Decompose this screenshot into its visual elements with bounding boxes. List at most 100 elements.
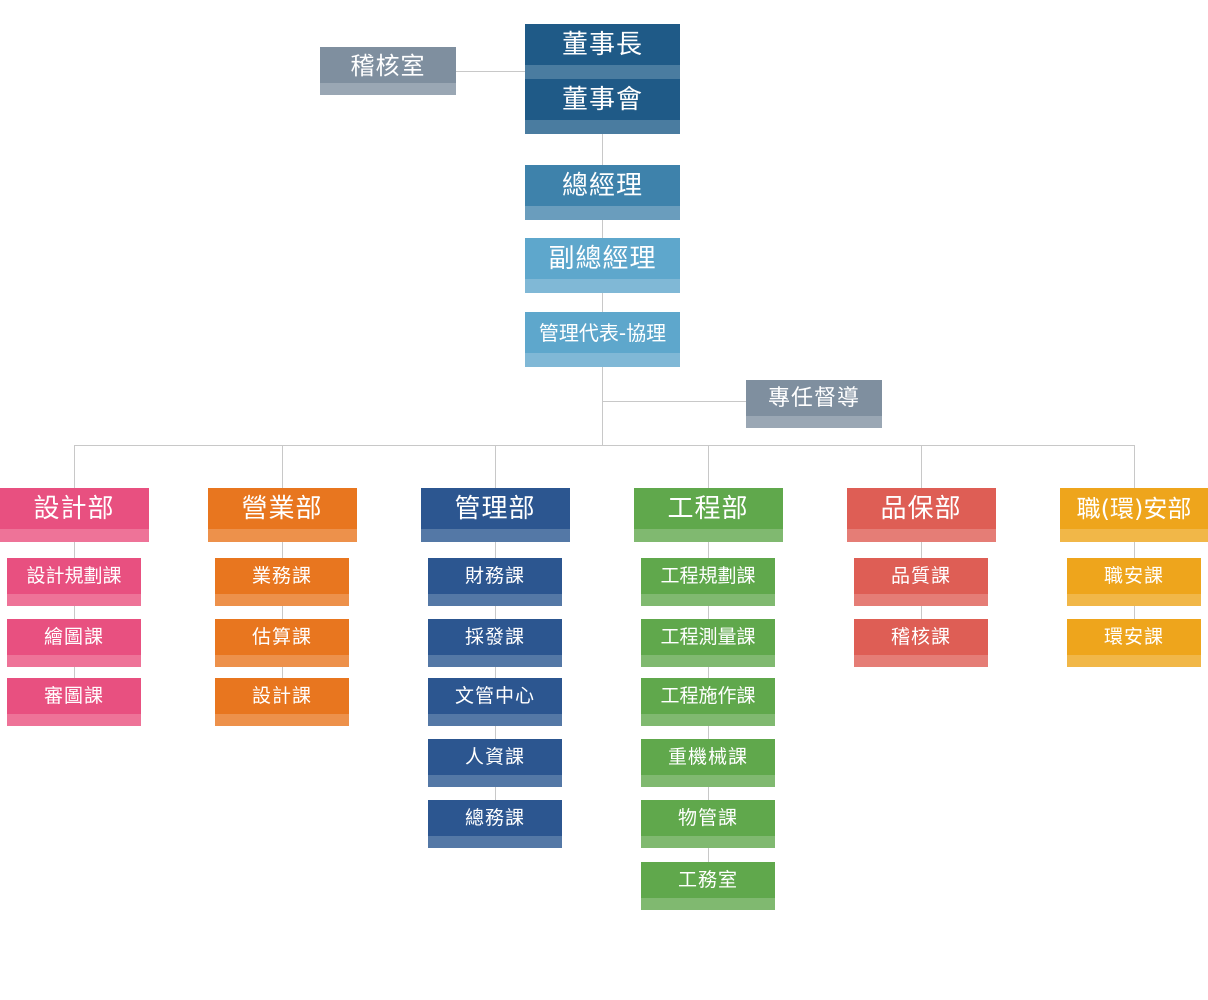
chairman-band	[525, 65, 680, 79]
section-band	[7, 655, 141, 667]
department-box[interactable]: 管理部	[420, 488, 570, 542]
section-box[interactable]: 稽核課	[854, 619, 988, 667]
section-box[interactable]: 人資課	[428, 739, 562, 787]
department-box[interactable]: 職(環)安部	[1059, 488, 1208, 542]
section-band	[428, 714, 562, 726]
section-label: 設計課	[251, 685, 312, 707]
section-box[interactable]: 工程測量課	[641, 619, 775, 667]
section-band	[641, 836, 775, 848]
section-label: 估算課	[251, 626, 312, 648]
management-rep-box[interactable]: 管理代表-協理	[525, 312, 680, 367]
general-manager-box[interactable]: 總經理	[525, 165, 680, 220]
department-band	[207, 529, 357, 542]
connector-dept-drop	[1134, 445, 1135, 488]
section-box[interactable]: 工程規劃課	[641, 558, 775, 606]
section-label: 工程測量課	[660, 626, 756, 648]
department-label: 設計部	[33, 494, 115, 524]
section-box[interactable]: 工務室	[641, 862, 775, 910]
department-label: 工程部	[667, 494, 749, 524]
section-box[interactable]: 採發課	[428, 619, 562, 667]
section-box[interactable]: 物管課	[641, 800, 775, 848]
section-box[interactable]: 文管中心	[428, 678, 562, 726]
section-band	[641, 594, 775, 606]
connector-gm-vgm	[602, 220, 603, 239]
general-manager-band	[525, 206, 680, 220]
section-box[interactable]: 財務課	[428, 558, 562, 606]
section-box[interactable]: 環安課	[1067, 619, 1201, 667]
section-band	[428, 836, 562, 848]
connector-dept-drop	[74, 445, 75, 488]
supervisor-band	[746, 416, 882, 428]
section-label: 總務課	[464, 807, 525, 829]
chairman-box[interactable]: 董事長	[525, 24, 680, 79]
section-label: 審圖課	[43, 685, 104, 707]
section-box[interactable]: 審圖課	[7, 678, 141, 726]
supervisor-box[interactable]: 專任督導	[746, 380, 882, 428]
department-label: 職(環)安部	[1076, 495, 1192, 523]
section-label: 文管中心	[454, 685, 535, 707]
section-label: 品質課	[890, 565, 951, 587]
section-band	[641, 714, 775, 726]
section-box[interactable]: 職安課	[1067, 558, 1201, 606]
section-label: 物管課	[677, 807, 738, 829]
section-label: 工程施作課	[660, 685, 756, 707]
section-band	[1067, 594, 1201, 606]
section-band	[854, 594, 988, 606]
section-box[interactable]: 估算課	[215, 619, 349, 667]
section-label: 重機械課	[667, 746, 748, 768]
connector-rep-bus	[602, 366, 603, 446]
section-band	[428, 775, 562, 787]
section-box[interactable]: 工程施作課	[641, 678, 775, 726]
department-box[interactable]: 營業部	[207, 488, 357, 542]
section-box[interactable]: 重機械課	[641, 739, 775, 787]
connector-dept-drop	[921, 445, 922, 488]
department-box[interactable]: 設計部	[0, 488, 149, 542]
section-label: 設計規劃課	[26, 565, 122, 587]
section-label: 業務課	[251, 565, 312, 587]
section-band	[428, 655, 562, 667]
connector-dept-drop	[708, 445, 709, 488]
department-box[interactable]: 工程部	[633, 488, 783, 542]
connector-board-gm	[602, 133, 603, 166]
board-label: 董事會	[561, 85, 643, 115]
board-box[interactable]: 董事會	[525, 79, 680, 134]
section-box[interactable]: 業務課	[215, 558, 349, 606]
department-band	[846, 529, 996, 542]
connector-dept-drop	[282, 445, 283, 488]
chairman-label: 董事長	[561, 30, 643, 60]
connector-audit	[456, 71, 526, 72]
department-label: 管理部	[454, 494, 536, 524]
section-box[interactable]: 設計規劃課	[7, 558, 141, 606]
section-label: 繪圖課	[43, 626, 104, 648]
section-label: 工程規劃課	[660, 565, 756, 587]
connector-vgm-rep	[602, 293, 603, 313]
section-band	[641, 898, 775, 910]
section-band	[7, 714, 141, 726]
section-label: 工務室	[677, 869, 738, 891]
management-rep-label: 管理代表-協理	[538, 321, 667, 345]
audit-office-box[interactable]: 稽核室	[320, 47, 456, 95]
section-label: 採發課	[464, 626, 525, 648]
section-box[interactable]: 設計課	[215, 678, 349, 726]
general-manager-label: 總經理	[561, 171, 643, 201]
vice-general-manager-box[interactable]: 副總經理	[525, 238, 680, 293]
section-box[interactable]: 繪圖課	[7, 619, 141, 667]
audit-office-label: 稽核室	[350, 52, 426, 80]
section-band	[1067, 655, 1201, 667]
department-band	[420, 529, 570, 542]
department-box[interactable]: 品保部	[846, 488, 996, 542]
department-band	[1059, 529, 1208, 542]
department-band	[633, 529, 783, 542]
connector-supervisor	[602, 401, 747, 402]
department-band	[0, 529, 149, 542]
section-band	[641, 775, 775, 787]
connector-dept-bus	[74, 445, 1134, 446]
section-box[interactable]: 品質課	[854, 558, 988, 606]
section-band	[854, 655, 988, 667]
section-label: 環安課	[1103, 626, 1164, 648]
section-label: 財務課	[464, 565, 525, 587]
section-band	[215, 655, 349, 667]
section-box[interactable]: 總務課	[428, 800, 562, 848]
org-chart: 董事長 董事會 稽核室 總經理 副總經理 管理代表-協理 專任督導 設計部設計規…	[0, 0, 1208, 1000]
management-rep-band	[525, 353, 680, 367]
